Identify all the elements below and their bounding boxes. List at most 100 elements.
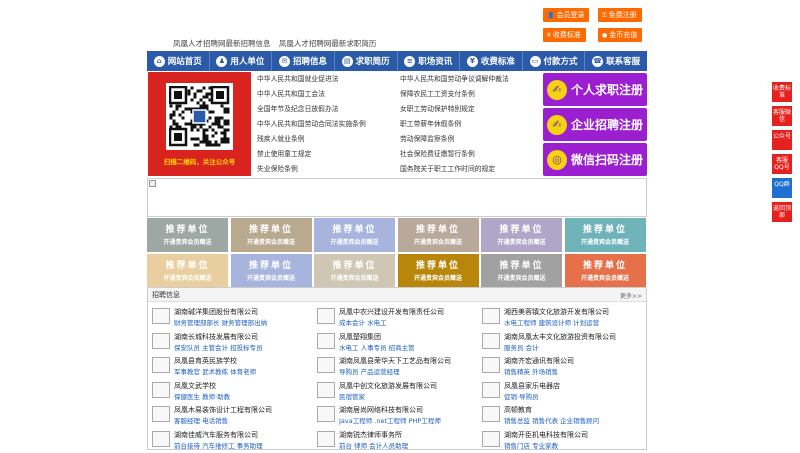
recommend-tile[interactable]: 推荐单位 开通贵宾会员赠送 bbox=[230, 254, 312, 288]
side-button-0[interactable]: 收费标准 bbox=[772, 82, 792, 102]
company-logo[interactable] bbox=[152, 332, 170, 349]
company-logo[interactable] bbox=[152, 406, 170, 422]
company-name-link[interactable]: 湖南佳威汽车服务有限公司 bbox=[174, 430, 258, 440]
nav-item-2[interactable]: ✉ 招聘信息 bbox=[272, 51, 334, 71]
law-link[interactable]: 中华人民共和国劳动争议调解仲裁法 bbox=[400, 73, 509, 83]
law-link[interactable]: 中华人民共和国劳动合同法实施条例 bbox=[257, 118, 366, 128]
recommend-tile[interactable]: 推荐单位 开通贵宾会员赠送 bbox=[397, 218, 479, 252]
law-link[interactable]: 国务院关于职工工作时间的规定 bbox=[400, 163, 495, 173]
job-positions-links[interactable]: 军事教官 武术教练 体育老师 bbox=[174, 366, 256, 376]
job-positions-links[interactable]: 成本会计 水电工 bbox=[339, 317, 387, 327]
job-positions-links[interactable]: 民宿管家 bbox=[339, 391, 365, 401]
nav-item-1[interactable]: ♟ 用人单位 bbox=[210, 51, 272, 71]
recommend-tile[interactable]: 推荐单位 开通贵宾会员赠送 bbox=[314, 218, 395, 252]
job-positions-links[interactable]: 水电工 人事专员 招商主管 bbox=[339, 342, 415, 352]
recommend-tile[interactable]: 推荐单位 开通贵宾会员赠送 bbox=[564, 254, 646, 288]
company-logo[interactable] bbox=[152, 430, 170, 447]
job-positions-links[interactable]: 保安队员 主管会计 招投标专员 bbox=[174, 342, 263, 352]
company-name-link[interactable]: 湖南齐宏通讯有限公司 bbox=[504, 356, 574, 366]
company-name-link[interactable]: 凤凰中农兴建设开发有限责任公司 bbox=[339, 307, 444, 317]
register-button-0[interactable]: ✍ 个人求职注册 bbox=[543, 73, 647, 106]
law-link[interactable]: 中华人民共和国工会法 bbox=[257, 88, 325, 98]
nav-item-3[interactable]: ▤ 求职简历 bbox=[335, 51, 397, 71]
job-positions-links[interactable]: 促销·导购员 bbox=[504, 391, 539, 401]
company-name-link[interactable]: 湖南居尚网络科技有限公司 bbox=[339, 405, 423, 415]
company-name-link[interactable]: 湖南锐杰律师事务所 bbox=[339, 430, 402, 440]
job-positions-links[interactable]: 销售门店 专业家教 bbox=[504, 440, 558, 450]
company-logo[interactable] bbox=[317, 430, 335, 447]
job-positions-links[interactable]: 服务员 会计 bbox=[504, 342, 539, 352]
company-logo[interactable] bbox=[317, 381, 335, 398]
recommend-tile[interactable]: 推荐单位 开通贵宾会员赠送 bbox=[147, 254, 228, 288]
company-name-link[interactable]: 凤凰木易装饰设计工程有限公司 bbox=[174, 405, 272, 415]
job-positions-links[interactable]: 销售精英 外场销售 bbox=[504, 366, 558, 376]
company-logo[interactable] bbox=[317, 332, 335, 349]
job-positions-links[interactable]: 保健医生 教师·助教 bbox=[174, 391, 230, 401]
register-button-1[interactable]: ✍ 企业招聘注册 bbox=[543, 108, 647, 141]
job-positions-links[interactable]: Java工程师 .net工程师 PHP工程师 bbox=[339, 415, 441, 425]
company-logo[interactable] bbox=[317, 308, 335, 324]
nav-item-5[interactable]: ¥ 收费标准 bbox=[460, 51, 522, 71]
job-positions-links[interactable]: 导购员 产品运营经理 bbox=[339, 366, 400, 376]
company-logo[interactable] bbox=[482, 357, 500, 373]
company-name-link[interactable]: 湖南开臣机电科技有限公司 bbox=[504, 430, 588, 440]
company-logo[interactable] bbox=[152, 357, 170, 373]
recommend-tile[interactable]: 推荐单位 开通贵宾会员赠送 bbox=[147, 218, 228, 252]
jobs-more-link[interactable]: 更多>> bbox=[620, 290, 642, 304]
job-positions-links[interactable]: 前台接待 汽车维修工 事务助理 bbox=[174, 440, 263, 450]
company-logo[interactable] bbox=[482, 381, 500, 398]
side-button-5[interactable]: 返回顶部 bbox=[772, 202, 792, 222]
company-logo[interactable] bbox=[317, 357, 335, 373]
nav-item-6[interactable]: ▭ 付款方式 bbox=[523, 51, 585, 71]
recommend-tile[interactable]: 推荐单位 开通贵宾会员赠送 bbox=[481, 218, 562, 252]
register-button-2[interactable]: ◎ 微信扫码注册 bbox=[543, 143, 647, 176]
job-positions-links[interactable]: 财务管理部部长 财务管理部出纳 bbox=[174, 317, 267, 327]
company-logo[interactable] bbox=[317, 406, 335, 422]
company-name-link[interactable]: 湖南长城科技发展有限公司 bbox=[174, 332, 258, 342]
company-logo[interactable] bbox=[152, 308, 170, 324]
company-logo[interactable] bbox=[482, 430, 500, 447]
law-link[interactable]: 劳动保障监察条例 bbox=[400, 133, 454, 143]
company-name-link[interactable]: 凤凰县家乐电器店 bbox=[504, 381, 560, 391]
law-link[interactable]: 社会保险费征缴暂行条例 bbox=[400, 148, 475, 158]
law-link[interactable]: 禁止使用童工规定 bbox=[257, 148, 311, 158]
company-name-link[interactable]: 凤凰文武学校 bbox=[174, 381, 216, 391]
register-button[interactable]: ⚿ 免费注册 bbox=[598, 8, 642, 22]
side-button-2[interactable]: 公众号 bbox=[772, 130, 792, 150]
company-name-link[interactable]: 湖南凤凰太丰文化旅游投资有限公司 bbox=[504, 332, 616, 342]
banner-ad[interactable] bbox=[147, 178, 647, 217]
login-button[interactable]: 👤 会员登录 bbox=[543, 8, 590, 22]
nav-item-4[interactable]: ≡ 职场资讯 bbox=[398, 51, 460, 71]
recommend-tile[interactable]: 推荐单位 开通贵宾会员赠送 bbox=[314, 254, 395, 288]
nav-item-7[interactable]: ☎ 联系客服 bbox=[585, 51, 647, 71]
company-name-link[interactable]: 高顿教育 bbox=[504, 405, 532, 415]
law-link[interactable]: 全国年节及纪念日放假办法 bbox=[257, 103, 339, 113]
law-link[interactable]: 保障农民工工资支付条例 bbox=[400, 88, 475, 98]
law-link[interactable]: 中华人民共和国就业促进法 bbox=[257, 73, 339, 83]
company-logo[interactable] bbox=[482, 406, 500, 422]
law-link[interactable]: 残疾人就业条例 bbox=[257, 133, 305, 143]
company-logo[interactable] bbox=[482, 332, 500, 349]
slogan-resumes-link[interactable]: 凤凰人才招聘网最新求职简历 bbox=[279, 39, 377, 48]
company-name-link[interactable]: 凤凰楚翔集团 bbox=[339, 332, 381, 342]
law-link[interactable]: 失业保险条例 bbox=[257, 163, 298, 173]
job-positions-links[interactable]: 前台 律师 会计人员助理 bbox=[339, 440, 408, 450]
nav-item-0[interactable]: ⌂ 网站首页 bbox=[147, 51, 209, 71]
side-button-1[interactable]: 客服微信 bbox=[772, 106, 792, 126]
recommend-tile[interactable]: 推荐单位 开通贵宾会员赠送 bbox=[564, 218, 646, 252]
law-link[interactable]: 职工带薪年休假条例 bbox=[400, 118, 461, 128]
company-name-link[interactable]: 湖南碱洋集团股份有限公司 bbox=[174, 307, 258, 317]
job-positions-links[interactable]: 销售总监 销售代表 企业销售顾问 bbox=[504, 415, 599, 425]
job-positions-links[interactable]: 客服经理 电话销售 bbox=[174, 415, 228, 425]
side-button-3[interactable]: 客服QQ号 bbox=[772, 154, 792, 174]
slogan-jobs-link[interactable]: 凤凰人才招聘网最新招聘信息 bbox=[173, 39, 271, 48]
law-link[interactable]: 女职工劳动保护特别规定 bbox=[400, 103, 475, 113]
side-button-4[interactable]: QQ群 bbox=[772, 178, 792, 198]
pricing-button[interactable]: ¥ 收费标准 bbox=[543, 28, 586, 42]
company-name-link[interactable]: 湘西美蓉镇文化旅游开发有限公司 bbox=[504, 307, 609, 317]
recommend-tile[interactable]: 推荐单位 开通贵宾会员赠送 bbox=[397, 254, 479, 288]
company-name-link[interactable]: 凤凰中创文化旅游发展有限公司 bbox=[339, 381, 437, 391]
recommend-tile[interactable]: 推荐单位 开通贵宾会员赠送 bbox=[230, 218, 312, 252]
company-name-link[interactable]: 湖南凤凰县荣华天下工艺品有限公司 bbox=[339, 356, 451, 366]
company-logo[interactable] bbox=[482, 308, 500, 324]
